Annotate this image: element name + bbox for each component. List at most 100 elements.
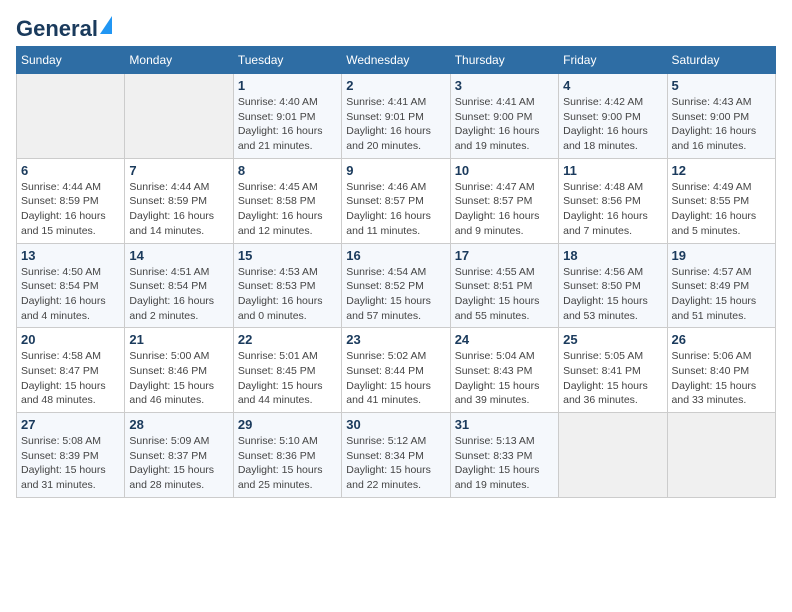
day-info: Sunrise: 4:54 AM Sunset: 8:52 PM Dayligh… xyxy=(346,265,445,324)
day-info: Sunrise: 4:48 AM Sunset: 8:56 PM Dayligh… xyxy=(563,180,662,239)
col-header-sunday: Sunday xyxy=(17,47,125,74)
day-info: Sunrise: 4:55 AM Sunset: 8:51 PM Dayligh… xyxy=(455,265,554,324)
day-info: Sunrise: 4:41 AM Sunset: 9:00 PM Dayligh… xyxy=(455,95,554,154)
day-number: 18 xyxy=(563,248,662,263)
col-header-saturday: Saturday xyxy=(667,47,775,74)
day-info: Sunrise: 4:56 AM Sunset: 8:50 PM Dayligh… xyxy=(563,265,662,324)
day-number: 25 xyxy=(563,332,662,347)
day-number: 1 xyxy=(238,78,337,93)
day-number: 24 xyxy=(455,332,554,347)
calendar-cell: 15Sunrise: 4:53 AM Sunset: 8:53 PM Dayli… xyxy=(233,243,341,328)
day-number: 23 xyxy=(346,332,445,347)
day-number: 20 xyxy=(21,332,120,347)
day-info: Sunrise: 4:43 AM Sunset: 9:00 PM Dayligh… xyxy=(672,95,771,154)
day-info: Sunrise: 5:12 AM Sunset: 8:34 PM Dayligh… xyxy=(346,434,445,493)
calendar-cell: 23 Sunrise: 5:02 AM Sunset: 8:44 PM Dayli… xyxy=(342,328,450,413)
calendar-cell xyxy=(667,413,775,498)
day-info: Sunrise: 4:51 AM Sunset: 8:54 PM Dayligh… xyxy=(129,265,228,324)
calendar-cell: 14 Sunrise: 4:51 AM Sunset: 8:54 PM Dayli… xyxy=(125,243,233,328)
day-number: 9 xyxy=(346,163,445,178)
day-info: Sunrise: 4:44 AM Sunset: 8:59 PM Dayligh… xyxy=(129,180,228,239)
day-info: Sunrise: 4:40 AM Sunset: 9:01 PM Dayligh… xyxy=(238,95,337,154)
calendar-cell: 1 Sunrise: 4:40 AM Sunset: 9:01 PM Daylig… xyxy=(233,74,341,159)
day-info: Sunrise: 4:57 AM Sunset: 8:49 PM Dayligh… xyxy=(672,265,771,324)
day-info: Sunrise: 4:49 AM Sunset: 8:55 PM Dayligh… xyxy=(672,180,771,239)
calendar-cell: 31 Sunrise: 5:13 AM Sunset: 8:33 PM Dayli… xyxy=(450,413,558,498)
calendar-cell: 18 Sunrise: 4:56 AM Sunset: 8:50 PM Dayli… xyxy=(559,243,667,328)
day-info: Sunrise: 4:50 AM Sunset: 8:54 PM Dayligh… xyxy=(21,265,120,324)
calendar-cell: 29 Sunrise: 5:10 AM Sunset: 8:36 PM Dayli… xyxy=(233,413,341,498)
day-number: 22 xyxy=(238,332,337,347)
calendar-cell xyxy=(559,413,667,498)
day-number: 30 xyxy=(346,417,445,432)
calendar-cell: 6 Sunrise: 4:44 AM Sunset: 8:59 PM Daylig… xyxy=(17,158,125,243)
calendar-cell: 26 Sunrise: 5:06 AM Sunset: 8:40 PM Dayli… xyxy=(667,328,775,413)
day-info: Sunrise: 4:44 AM Sunset: 8:59 PM Dayligh… xyxy=(21,180,120,239)
day-number: 11 xyxy=(563,163,662,178)
day-number: 29 xyxy=(238,417,337,432)
calendar-cell: 19 Sunrise: 4:57 AM Sunset: 8:49 PM Dayli… xyxy=(667,243,775,328)
day-info: Sunrise: 5:05 AM Sunset: 8:41 PM Dayligh… xyxy=(563,349,662,408)
calendar-cell: 12 Sunrise: 4:49 AM Sunset: 8:55 PM Dayli… xyxy=(667,158,775,243)
day-info: Sunrise: 4:41 AM Sunset: 9:01 PM Dayligh… xyxy=(346,95,445,154)
day-info: Sunrise: 5:08 AM Sunset: 8:39 PM Dayligh… xyxy=(21,434,120,493)
day-info: Sunrise: 5:10 AM Sunset: 8:36 PM Dayligh… xyxy=(238,434,337,493)
calendar-cell: 17 Sunrise: 4:55 AM Sunset: 8:51 PM Dayli… xyxy=(450,243,558,328)
calendar-cell: 20 Sunrise: 4:58 AM Sunset: 8:47 PM Dayli… xyxy=(17,328,125,413)
col-header-tuesday: Tuesday xyxy=(233,47,341,74)
day-number: 10 xyxy=(455,163,554,178)
day-number: 8 xyxy=(238,163,337,178)
calendar-cell: 30 Sunrise: 5:12 AM Sunset: 8:34 PM Dayli… xyxy=(342,413,450,498)
calendar-cell: 11 Sunrise: 4:48 AM Sunset: 8:56 PM Dayli… xyxy=(559,158,667,243)
day-number: 4 xyxy=(563,78,662,93)
calendar-cell: 25 Sunrise: 5:05 AM Sunset: 8:41 PM Dayli… xyxy=(559,328,667,413)
calendar-cell: 8 Sunrise: 4:45 AM Sunset: 8:58 PM Daylig… xyxy=(233,158,341,243)
day-info: Sunrise: 5:01 AM Sunset: 8:45 PM Dayligh… xyxy=(238,349,337,408)
col-header-wednesday: Wednesday xyxy=(342,47,450,74)
day-info: Sunrise: 4:45 AM Sunset: 8:58 PM Dayligh… xyxy=(238,180,337,239)
calendar-cell: 13 Sunrise: 4:50 AM Sunset: 8:54 PM Dayli… xyxy=(17,243,125,328)
calendar-cell: 24Sunrise: 5:04 AM Sunset: 8:43 PM Dayli… xyxy=(450,328,558,413)
calendar-cell: 27 Sunrise: 5:08 AM Sunset: 8:39 PM Dayli… xyxy=(17,413,125,498)
day-number: 5 xyxy=(672,78,771,93)
day-number: 17 xyxy=(455,248,554,263)
day-number: 15 xyxy=(238,248,337,263)
day-info: Sunrise: 5:13 AM Sunset: 8:33 PM Dayligh… xyxy=(455,434,554,493)
day-number: 3 xyxy=(455,78,554,93)
calendar-cell: 5 Sunrise: 4:43 AM Sunset: 9:00 PM Daylig… xyxy=(667,74,775,159)
day-number: 13 xyxy=(21,248,120,263)
day-number: 16 xyxy=(346,248,445,263)
day-number: 26 xyxy=(672,332,771,347)
calendar-cell: 2 Sunrise: 4:41 AM Sunset: 9:01 PM Daylig… xyxy=(342,74,450,159)
col-header-monday: Monday xyxy=(125,47,233,74)
calendar-cell: 7 Sunrise: 4:44 AM Sunset: 8:59 PM Daylig… xyxy=(125,158,233,243)
day-info: Sunrise: 4:46 AM Sunset: 8:57 PM Dayligh… xyxy=(346,180,445,239)
calendar-cell: 10 Sunrise: 4:47 AM Sunset: 8:57 PM Dayli… xyxy=(450,158,558,243)
day-info: Sunrise: 5:06 AM Sunset: 8:40 PM Dayligh… xyxy=(672,349,771,408)
day-number: 6 xyxy=(21,163,120,178)
calendar-cell xyxy=(17,74,125,159)
day-number: 2 xyxy=(346,78,445,93)
day-number: 27 xyxy=(21,417,120,432)
col-header-friday: Friday xyxy=(559,47,667,74)
day-info: Sunrise: 5:02 AM Sunset: 8:44 PM Dayligh… xyxy=(346,349,445,408)
col-header-thursday: Thursday xyxy=(450,47,558,74)
day-number: 14 xyxy=(129,248,228,263)
day-number: 7 xyxy=(129,163,228,178)
calendar-table: SundayMondayTuesdayWednesdayThursdayFrid… xyxy=(16,46,776,498)
day-number: 28 xyxy=(129,417,228,432)
day-number: 31 xyxy=(455,417,554,432)
day-info: Sunrise: 4:58 AM Sunset: 8:47 PM Dayligh… xyxy=(21,349,120,408)
logo: General xyxy=(16,16,112,38)
day-number: 19 xyxy=(672,248,771,263)
calendar-cell: 3 Sunrise: 4:41 AM Sunset: 9:00 PM Daylig… xyxy=(450,74,558,159)
day-info: Sunrise: 5:09 AM Sunset: 8:37 PM Dayligh… xyxy=(129,434,228,493)
day-info: Sunrise: 4:42 AM Sunset: 9:00 PM Dayligh… xyxy=(563,95,662,154)
calendar-cell: 9 Sunrise: 4:46 AM Sunset: 8:57 PM Daylig… xyxy=(342,158,450,243)
page-header: General xyxy=(16,16,776,38)
calendar-cell: 16 Sunrise: 4:54 AM Sunset: 8:52 PM Dayli… xyxy=(342,243,450,328)
day-info: Sunrise: 4:47 AM Sunset: 8:57 PM Dayligh… xyxy=(455,180,554,239)
calendar-cell xyxy=(125,74,233,159)
day-number: 12 xyxy=(672,163,771,178)
logo-general: General xyxy=(16,16,98,42)
